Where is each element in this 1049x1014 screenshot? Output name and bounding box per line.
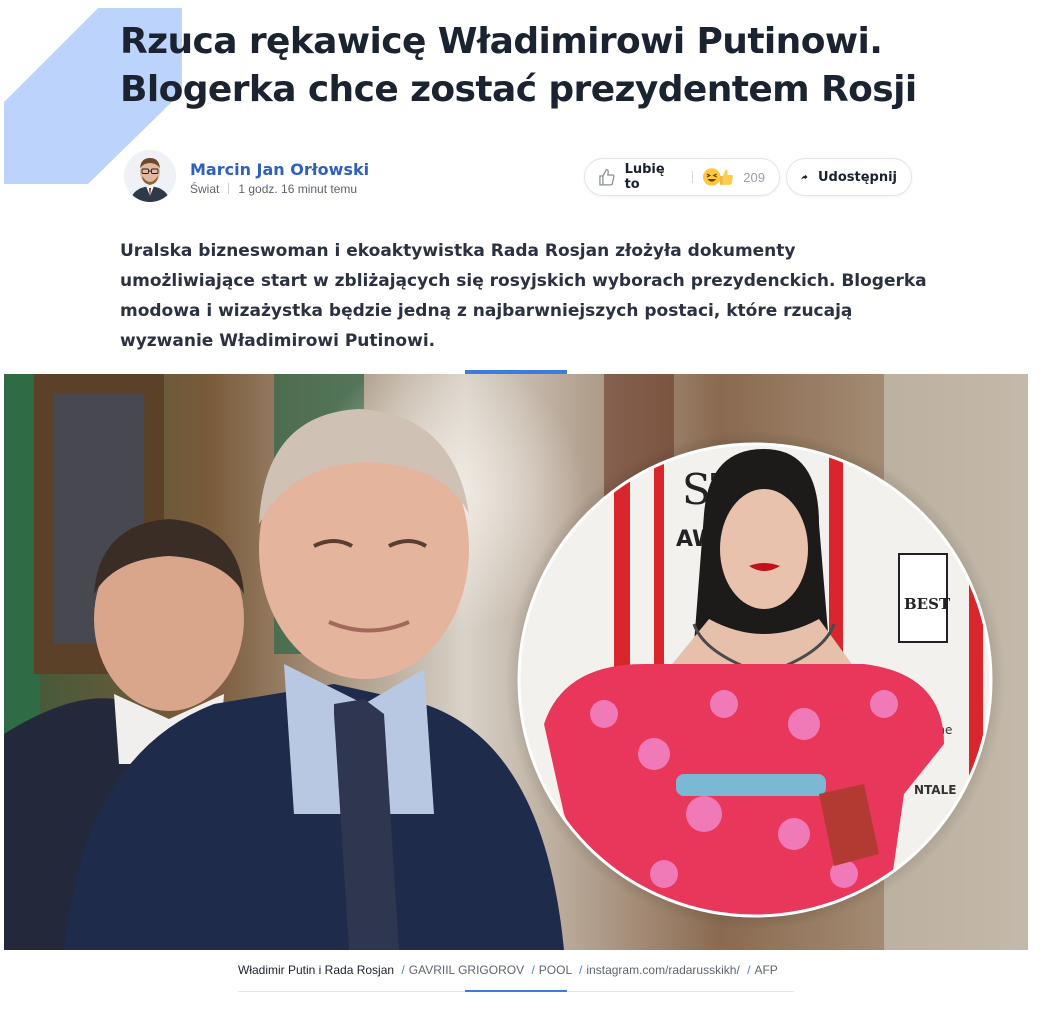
author-photo <box>124 150 176 202</box>
thumbs-up-outline-icon <box>599 169 615 186</box>
article-lead: Uralska bizneswoman i ekoaktywistka Rada… <box>120 241 927 351</box>
like-label: Lubię to <box>624 162 665 192</box>
article-title: Rzuca rękawicę Władimirowi Putinowi. Blo… <box>120 21 917 110</box>
caption-accent-bar <box>465 990 567 992</box>
author-avatar[interactable] <box>124 150 176 202</box>
publish-time: 1 godz. 16 minut temu <box>238 182 358 196</box>
article-meta: Świat 1 godz. 16 minut temu <box>190 182 357 196</box>
meta-divider <box>228 183 230 194</box>
caption-separator: / <box>747 963 751 977</box>
caption-separator: / <box>579 963 583 977</box>
author-name-link[interactable]: Marcin Jan Orłowski <box>190 160 369 179</box>
share-label: Udostępnij <box>817 169 897 185</box>
pill-divider <box>692 171 694 183</box>
thumbs-up-emoji-icon <box>719 169 733 185</box>
credit-item: instagram.com/radarusskikh/ <box>586 963 740 977</box>
caption-separator: / <box>531 963 535 977</box>
caption-text: Władimir Putin i Rada Rosjan <box>238 963 395 977</box>
share-arrow-icon <box>801 174 808 180</box>
article-main-photo[interactable]: ST AW BEST taine NTALE <box>4 374 1028 950</box>
section-link[interactable]: Świat <box>190 182 219 196</box>
credit-item: AFP <box>754 963 778 977</box>
inset-wall-text: BEST <box>904 595 951 613</box>
caption-separator: / <box>401 963 405 977</box>
credit-item: GAVRIIL GRIGOROV <box>408 963 525 977</box>
photo-caption: Władimir Putin i Rada Rosjan / GAVRIIL GR… <box>238 963 778 977</box>
inset-wall-text: NTALE <box>914 783 956 797</box>
share-button[interactable]: Udostępnij <box>786 158 912 196</box>
reaction-count: 209 <box>743 169 765 185</box>
credit-item: POOL <box>538 963 572 977</box>
like-button[interactable]: Lubię to 209 <box>584 158 780 196</box>
